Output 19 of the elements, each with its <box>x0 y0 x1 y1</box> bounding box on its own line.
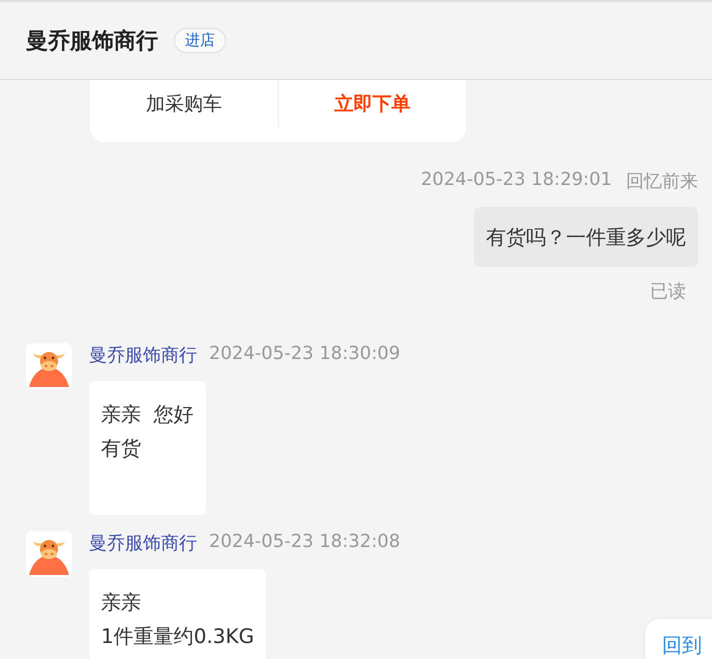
sender-name: 曼乔服饰商行 <box>89 532 197 555</box>
sender-name: 曼乔服饰商行 <box>89 344 197 367</box>
shop-name: 曼乔服饰商行 <box>26 28 158 56</box>
order-now-button[interactable]: 立即下单 <box>278 80 466 127</box>
message-text: 亲亲 您好 <box>101 401 194 428</box>
message-time: 2024-05-23 18:30:09 <box>209 343 400 366</box>
message-time: 2024-05-23 18:29:01 <box>420 169 612 192</box>
message-time: 2024-05-23 18:32:08 <box>209 531 400 554</box>
store-button[interactable]: 进店 <box>174 28 226 53</box>
message-bubble: 有货吗？一件重多少呢 <box>474 207 698 267</box>
read-status: 已读 <box>650 280 686 303</box>
avatar-icon <box>26 531 72 577</box>
scroll-to-bottom-button[interactable]: 回到 <box>645 619 712 659</box>
message-text: 亲亲 <box>101 589 142 616</box>
message-text: 有货 <box>101 435 142 462</box>
sender-name: 回忆前来 <box>626 170 698 193</box>
avatar-icon <box>26 343 72 389</box>
message-text: 1件重量约0.3KG <box>101 623 254 650</box>
add-to-cart-button[interactable]: 加采购车 <box>90 80 278 127</box>
